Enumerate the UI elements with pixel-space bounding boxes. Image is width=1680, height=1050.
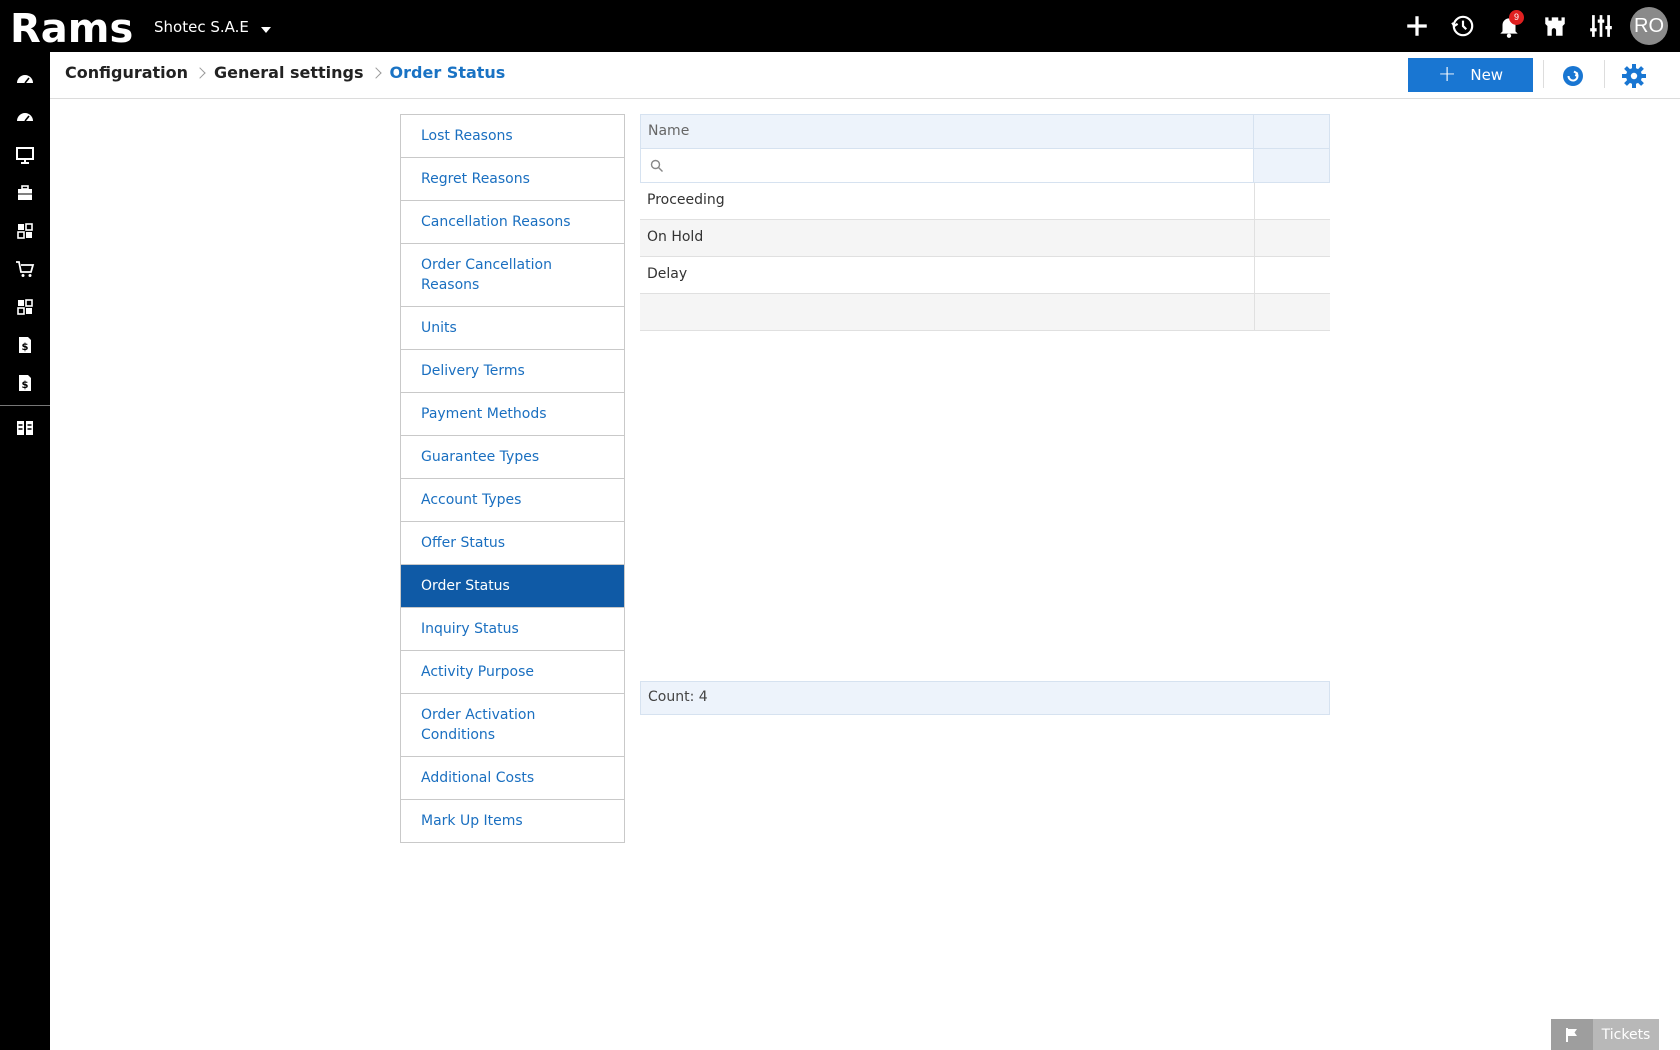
history-icon[interactable] [1440,0,1486,52]
row-name-cell: Delay [640,257,1255,293]
modules-icon-2[interactable] [0,288,50,326]
settings-item-order-activation-conditions[interactable]: Order Activation Conditions [401,694,624,757]
filter-actions-cell [1254,149,1329,182]
breadcrumb-general-settings[interactable]: General settings [214,63,364,82]
castle-icon[interactable] [1532,0,1578,52]
company-name: Shotec S.A.E [154,18,249,36]
caret-down-icon [260,27,271,33]
monitor-icon[interactable] [0,136,50,174]
tickets-label: Tickets [1593,1019,1659,1050]
grid-count-footer: Count: 4 [640,681,1330,715]
configuration-icon[interactable] [0,409,50,447]
header-divider [1543,60,1544,88]
row-actions-cell [1255,294,1330,330]
order-status-grid: Name Proceeding On Hold Delay [640,114,1330,331]
grid-filter-row [640,149,1330,183]
table-row[interactable]: On Hold [640,220,1330,257]
settings-item-payment-methods[interactable]: Payment Methods [401,393,624,436]
column-header-name[interactable]: Name [641,115,1254,148]
settings-list: Lost Reasons Regret Reasons Cancellation… [400,114,625,843]
gear-icon[interactable] [1621,63,1647,89]
row-actions-cell [1255,183,1330,219]
table-row[interactable] [640,294,1330,331]
settings-item-account-types[interactable]: Account Types [401,479,624,522]
user-avatar[interactable]: RO [1630,7,1668,45]
invoice-dollar-icon-2[interactable]: $ [0,364,50,402]
breadcrumb-current: Order Status [389,63,506,82]
svg-text:$: $ [22,342,29,353]
briefcase-icon[interactable] [0,174,50,212]
row-actions-cell [1255,220,1330,256]
sidebar-divider [0,405,50,406]
plus-icon: + [1437,62,1457,87]
settings-item-inquiry-status[interactable]: Inquiry Status [401,608,624,651]
breadcrumb-configuration[interactable]: Configuration [65,63,188,82]
row-name-cell [640,294,1255,330]
sliders-icon[interactable] [1578,0,1624,52]
column-header-actions [1254,115,1329,148]
breadcrumb: Configuration General settings Order Sta… [65,63,505,82]
row-actions-cell [1255,257,1330,293]
notifications-bell-icon[interactable]: 9 [1486,0,1532,52]
svg-text:Rams: Rams [10,6,132,48]
table-row[interactable]: Delay [640,257,1330,294]
top-bar: Rams Shotec S.A.E 9 RO [0,0,1680,52]
settings-item-order-status[interactable]: Order Status [401,565,624,608]
refresh-icon[interactable] [1560,63,1586,89]
page-header: Configuration General settings Order Sta… [50,52,1680,99]
settings-item-delivery-terms[interactable]: Delivery Terms [401,350,624,393]
settings-item-cancellation-reasons[interactable]: Cancellation Reasons [401,201,624,244]
table-row[interactable]: Proceeding [640,183,1330,220]
tickets-button[interactable]: Tickets [1551,1019,1659,1050]
header-divider-2 [1604,60,1605,88]
search-icon [650,159,663,172]
row-name-cell: Proceeding [640,183,1255,219]
left-sidebar: $ $ [0,52,50,1050]
modules-icon[interactable] [0,212,50,250]
svg-text:$: $ [22,380,29,391]
settings-item-offer-status[interactable]: Offer Status [401,522,624,565]
settings-item-order-cancellation-reasons[interactable]: Order Cancellation Reasons [401,244,624,307]
name-filter-input[interactable] [641,149,1253,182]
add-icon[interactable] [1394,0,1440,52]
company-selector[interactable]: Shotec S.A.E [154,18,271,36]
settings-item-guarantee-types[interactable]: Guarantee Types [401,436,624,479]
notification-badge: 9 [1509,10,1524,25]
settings-item-additional-costs[interactable]: Additional Costs [401,757,624,800]
cart-icon[interactable] [0,250,50,288]
settings-item-mark-up-items[interactable]: Mark Up Items [401,800,624,842]
invoice-dollar-icon[interactable]: $ [0,326,50,364]
chevron-right-icon [194,66,206,79]
dashboard-gauge-icon[interactable] [0,60,50,98]
row-name-cell: On Hold [640,220,1255,256]
settings-item-lost-reasons[interactable]: Lost Reasons [401,115,624,158]
new-button-label: New [1470,66,1504,84]
new-button[interactable]: + New [1408,58,1533,92]
settings-item-regret-reasons[interactable]: Regret Reasons [401,158,624,201]
settings-item-activity-purpose[interactable]: Activity Purpose [401,651,624,694]
chevron-right-icon [369,66,382,79]
flag-icon [1551,1019,1593,1050]
settings-item-units[interactable]: Units [401,307,624,350]
grid-header-row: Name [640,114,1330,149]
rams-logo[interactable]: Rams [8,4,132,48]
dashboard-gauge-icon-2[interactable] [0,98,50,136]
